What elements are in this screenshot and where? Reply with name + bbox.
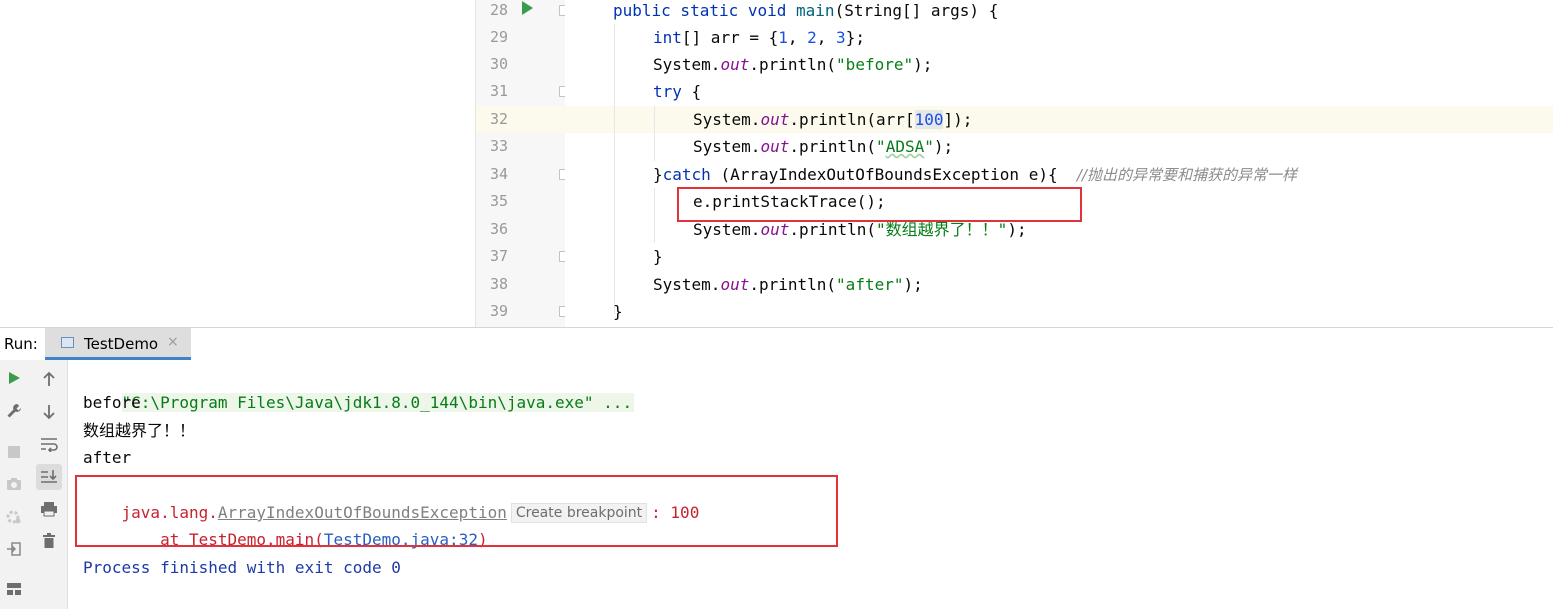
code-line-32[interactable]: System.out.println(arr[100]); — [693, 106, 1553, 133]
gutter-line-37: 37 — [476, 243, 570, 270]
line-number: 39 — [489, 302, 508, 320]
tab-testdemo[interactable]: TestDemo × — [45, 328, 191, 360]
code-comment: //抛出的异常要和捕获的异常一样 — [1076, 166, 1297, 184]
highlight-box-print-stack-trace — [677, 187, 1082, 222]
editor-gutter[interactable]: 28 29 30 31 32 33 34 35 36 37 38 39 — [475, 0, 570, 327]
editor-left-blank-area — [0, 0, 475, 327]
gutter-line-31: 31 — [476, 78, 570, 105]
print-icon[interactable] — [38, 498, 60, 520]
gutter-line-32: 32 — [476, 106, 566, 133]
gutter-line-39: 39 — [476, 298, 570, 325]
code-line-39[interactable]: } — [613, 298, 1553, 325]
code-line-31[interactable]: try { — [653, 78, 1553, 105]
command-text[interactable]: "C:\Program Files\Java\jdk1.8.0_144\bin\… — [121, 393, 635, 412]
line-number: 38 — [489, 275, 508, 293]
line-number: 36 — [489, 220, 508, 238]
gutter-line-29: 29 — [476, 24, 566, 51]
gutter-line-30: 30 — [476, 51, 566, 78]
login-icon[interactable] — [3, 538, 25, 560]
gutter-line-34: 34 — [476, 161, 570, 188]
line-number: 34 — [489, 165, 508, 183]
gutter-line-36: 36 — [476, 216, 566, 243]
gutter-line-38: 38 — [476, 271, 566, 298]
wrench-icon[interactable] — [3, 400, 25, 422]
console-line-finish: Process finished with exit code 0 — [83, 558, 401, 577]
line-number: 32 — [489, 110, 508, 128]
console-line-command: "C:\Program Files\Java\jdk1.8.0_144\bin\… — [83, 362, 635, 412]
highlight-box-exception — [75, 475, 838, 547]
code-line-33[interactable]: System.out.println("ADSA"); — [693, 133, 1553, 160]
run-toolbar-left — [0, 360, 32, 609]
line-number: 30 — [489, 55, 508, 73]
code-line-38[interactable]: System.out.println("after"); — [653, 271, 1553, 298]
indent-guide — [654, 106, 655, 161]
trash-icon[interactable] — [38, 530, 60, 552]
code-line-28[interactable]: public static void main(String[] args) { — [613, 0, 1553, 24]
line-number: 37 — [489, 247, 508, 265]
run-toolbar-right — [31, 360, 68, 609]
tab-title: TestDemo — [84, 335, 159, 353]
line-number: 28 — [489, 1, 508, 19]
code-line-34[interactable]: }catch (ArrayIndexOutOfBoundsException e… — [653, 161, 1553, 188]
line-number: 33 — [489, 137, 508, 155]
line-number: 31 — [489, 82, 508, 100]
scroll-to-end-icon[interactable] — [36, 464, 62, 490]
console-line-before: before — [83, 393, 141, 412]
stop-icon[interactable] — [3, 441, 25, 463]
run-icon[interactable] — [522, 1, 533, 15]
console-tab-icon — [61, 337, 74, 348]
code-line-37[interactable]: } — [653, 243, 1553, 270]
gutter-line-33: 33 — [476, 133, 566, 160]
console-line-chinese: 数组越界了！！ — [83, 421, 196, 440]
run-icon[interactable] — [3, 367, 25, 389]
arrow-down-icon[interactable] — [38, 401, 60, 423]
indent-guide — [614, 24, 615, 314]
gutter-line-28: 28 — [476, 0, 570, 24]
code-line-30[interactable]: System.out.println("before"); — [653, 51, 1553, 78]
code-line-29[interactable]: int[] arr = {1, 2, 3}; — [653, 24, 1553, 51]
line-number: 29 — [489, 28, 508, 46]
soft-wrap-icon[interactable] — [38, 433, 60, 455]
console-line-after: after — [83, 448, 132, 467]
code-editor[interactable]: public static void main(String[] args) {… — [565, 0, 1553, 327]
camera-icon[interactable] — [3, 473, 25, 495]
indent-guide — [654, 188, 655, 243]
layout-icon[interactable] — [3, 578, 25, 600]
arrow-up-icon[interactable] — [38, 368, 60, 390]
line-number: 35 — [489, 192, 508, 210]
run-tool-window-header: Run: TestDemo × — [0, 327, 1553, 361]
close-icon[interactable]: × — [167, 334, 179, 350]
settings-icon[interactable] — [3, 506, 25, 528]
gutter-line-35: 35 — [476, 188, 566, 215]
run-label: Run: — [4, 335, 38, 353]
